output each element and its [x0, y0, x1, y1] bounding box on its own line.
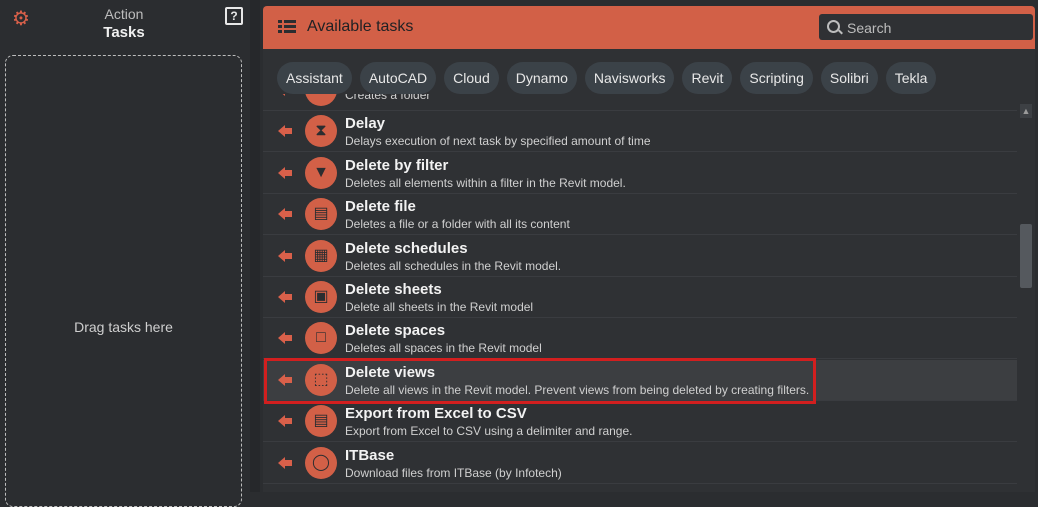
- add-task-arrow-icon[interactable]: [278, 373, 292, 386]
- add-task-arrow-icon[interactable]: [278, 208, 292, 221]
- task-description: Delays execution of next task by specifi…: [345, 134, 651, 149]
- add-task-arrow-icon[interactable]: [278, 249, 292, 262]
- filter-chip-navisworks[interactable]: Navisworks: [584, 62, 675, 94]
- filter-chip-scripting[interactable]: Scripting: [740, 62, 813, 94]
- filter-chip-solibri[interactable]: Solibri: [820, 62, 878, 94]
- schedule-delete-icon: ▦: [305, 239, 337, 272]
- task-description: Deletes all elements within a filter in …: [345, 175, 626, 190]
- task-title: Delay: [345, 115, 386, 133]
- space-delete-icon: □: [305, 322, 337, 355]
- task-row[interactable]: ▦ Delete schedules Deletes all schedules i…: [263, 236, 1018, 277]
- task-row[interactable]: ⬚ Delete views Delete all views in the Rev…: [263, 359, 1018, 401]
- task-row[interactable]: ▼ Delete by filter Deletes all elements wi…: [263, 153, 1018, 194]
- task-title: ITBase: [345, 446, 395, 464]
- csv-icon: ▤: [305, 405, 337, 438]
- task-description: Delete all views in the Revit model. Pre…: [345, 382, 810, 397]
- filter-chip-tekla[interactable]: Tekla: [885, 62, 937, 94]
- category-filter-bar: Assistant AutoCAD Cloud Dynamo Navisworks Rev…: [277, 62, 937, 94]
- scroll-up-icon[interactable]: ▲: [1020, 104, 1032, 118]
- task-dropzone[interactable]: Drag tasks here: [5, 55, 242, 507]
- task-row[interactable]: □ Delete spaces Deletes all spaces in the …: [263, 318, 1018, 360]
- add-task-arrow-icon[interactable]: [278, 166, 292, 179]
- available-tasks-panel: Available tasks AssistantAutoCADCloudDyn…: [263, 6, 1035, 492]
- filter-chip-assistant[interactable]: Assistant: [277, 62, 352, 94]
- add-task-arrow-icon[interactable]: [278, 125, 292, 138]
- panel-divider: [250, 0, 260, 492]
- task-description: Deletes all schedules in the Revit model…: [345, 258, 562, 273]
- task-title: Delete by filter: [345, 156, 449, 174]
- task-row[interactable]: ▤ Delete file Deletes a file or a folder w…: [263, 194, 1018, 236]
- task-description: Creates a folder: [345, 94, 431, 102]
- dropzone-text: Drag tasks here: [74, 319, 173, 335]
- filter-chip-revit[interactable]: Revit: [682, 62, 733, 94]
- task-title: Delete views: [345, 363, 436, 381]
- folder-icon: ▭: [305, 94, 337, 106]
- task-description: Deletes all spaces in the Revit model: [345, 341, 542, 356]
- hourglass-icon: ⧗: [305, 115, 337, 148]
- add-task-arrow-icon[interactable]: [278, 94, 292, 96]
- page-title: Available tasks: [307, 18, 414, 35]
- search-icon: [827, 20, 840, 33]
- add-task-arrow-icon[interactable]: [278, 291, 292, 303]
- task-title: Delete spaces: [345, 322, 446, 340]
- add-task-arrow-icon[interactable]: [278, 332, 292, 345]
- task-description: Delete all sheets in the Revit model: [345, 300, 534, 314]
- search-box[interactable]: [819, 14, 1033, 40]
- task-description: Download files from ITBase (by Infotech): [345, 465, 562, 480]
- task-row[interactable]: ▤ Export from Excel to CSV Export from Exc…: [263, 401, 1018, 443]
- task-list: ▭ Creates a folder ⧗ DelayDelays execution …: [263, 94, 1018, 492]
- filter-chip-autocad[interactable]: AutoCAD: [359, 62, 437, 94]
- action-panel: ⚙ Action Tasks ? Drag tasks here: [0, 0, 250, 507]
- add-task-arrow-icon[interactable]: [278, 415, 292, 428]
- task-row[interactable]: ▣ Delete sheets Delete all sheets in the R…: [263, 277, 1018, 318]
- scroll-thumb[interactable]: [1020, 224, 1032, 288]
- filter-chip-cloud[interactable]: Cloud: [444, 62, 499, 94]
- panel-subtitle: Action: [104, 6, 144, 22]
- task-description: Export from Excel to CSV using a delimit…: [345, 424, 633, 439]
- task-row[interactable]: ◯ ITBase Download files from ITBase (by In…: [263, 443, 1018, 484]
- filter-chip-dynamo[interactable]: Dynamo: [506, 62, 577, 94]
- help-icon[interactable]: ?: [225, 7, 243, 25]
- list-icon: [278, 20, 296, 34]
- task-title: Delete file: [345, 198, 416, 216]
- task-title: Export from Excel to CSV: [345, 405, 527, 423]
- task-title: Delete schedules: [345, 239, 468, 257]
- panel-title: Tasks: [103, 24, 145, 41]
- task-list-scrollbar[interactable]: ▲: [1017, 102, 1035, 492]
- filter-delete-icon: ▼: [305, 156, 337, 189]
- sheet-delete-icon: ▣: [305, 281, 337, 313]
- panel-header: Available tasks: [263, 6, 1035, 49]
- task-row[interactable]: ⧗ Delay Delays execution of next task by s…: [263, 111, 1018, 153]
- task-row[interactable]: ▭ Creates a folder: [263, 94, 1018, 111]
- view-delete-icon: ⬚: [305, 363, 337, 396]
- task-title: Delete sheets: [345, 281, 442, 298]
- add-task-arrow-icon[interactable]: [278, 456, 292, 469]
- itbase-icon: ◯: [305, 446, 337, 479]
- file-delete-icon: ▤: [305, 198, 337, 231]
- task-description: Deletes a file or a folder with all its …: [345, 217, 570, 232]
- gear-icon[interactable]: ⚙: [11, 9, 31, 29]
- search-input[interactable]: [845, 17, 1029, 39]
